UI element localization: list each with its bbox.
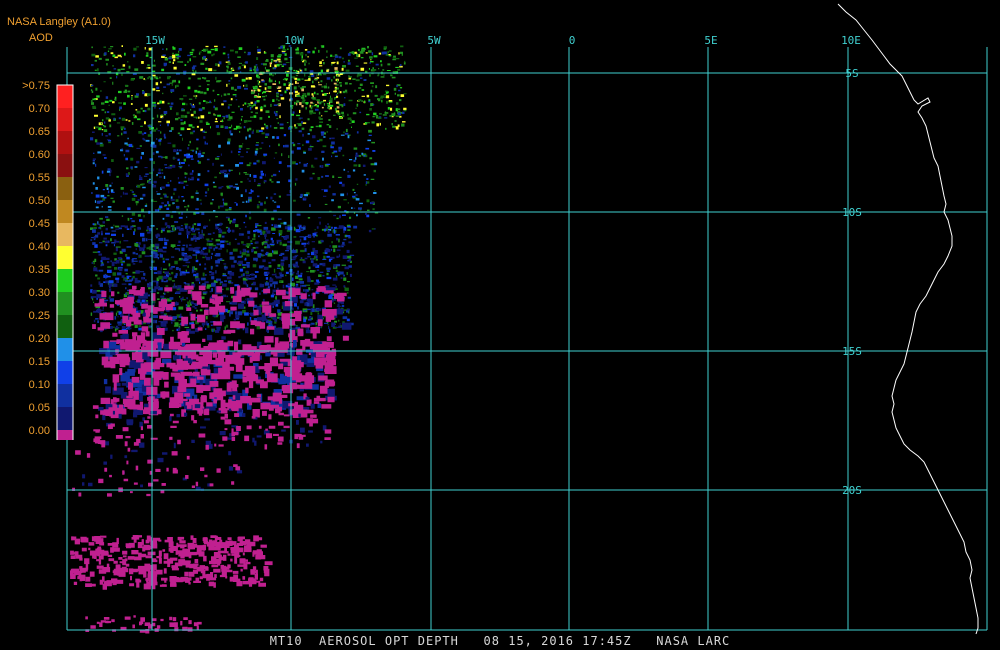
- aod-pixel-cluster: [72, 447, 241, 497]
- aod-pixel-cluster: [92, 130, 376, 232]
- legend-label: 0.10: [29, 379, 50, 391]
- aod-map: 15W 10W 5W 0 5E 10E 5S 10S 15S 20S: [66, 3, 988, 635]
- legend-swatch: [57, 131, 73, 154]
- legend-swatch: [57, 292, 73, 315]
- legend-label: 0.25: [29, 310, 50, 322]
- longitude-label: 0: [569, 34, 576, 47]
- aerosol-retrieval-layer: [70, 45, 407, 634]
- legend-swatch: [57, 430, 73, 440]
- legend-label: 0.20: [29, 333, 50, 345]
- legend-label: 0.50: [29, 195, 50, 207]
- legend-label: 0.60: [29, 149, 50, 161]
- legend-swatch: [57, 223, 73, 246]
- longitude-label: 10W: [284, 34, 304, 47]
- legend-swatch: [57, 315, 73, 338]
- latitude-label: 10S: [842, 206, 862, 219]
- aod-pixel-cluster: [92, 130, 376, 233]
- legend-label: 0.15: [29, 356, 50, 368]
- aod-pixel-cluster: [70, 535, 273, 590]
- aod-pixel-cluster: [85, 615, 202, 634]
- latitude-label: 20S: [842, 484, 862, 497]
- legend-swatch: [57, 177, 73, 200]
- legend-swatch: [57, 108, 73, 131]
- legend-label: 0.45: [29, 218, 50, 230]
- legend-swatch: [57, 361, 73, 384]
- legend-label: 0.65: [29, 126, 50, 138]
- legend-swatch: [57, 384, 73, 407]
- legend-swatch: [57, 338, 73, 361]
- legend-label: 0.00: [29, 425, 50, 437]
- latitude-label: 15S: [842, 345, 862, 358]
- aod-pixel-cluster: [93, 131, 379, 232]
- longitude-label: 5E: [704, 34, 717, 47]
- legend-label: 0.40: [29, 241, 50, 253]
- legend-label: 0.30: [29, 287, 50, 299]
- legend-swatch: [57, 246, 73, 269]
- legend-label: 0.05: [29, 402, 50, 414]
- credit-label: NASA Langley (A1.0): [7, 16, 111, 28]
- coastline: [837, 3, 979, 635]
- latitude-label: 5S: [845, 67, 858, 80]
- legend-swatch: [57, 85, 73, 108]
- legend-label: 0.55: [29, 172, 50, 184]
- aod-pixel-cluster: [251, 61, 340, 109]
- legend-swatch: [57, 269, 73, 292]
- longitude-label: 10E: [841, 34, 861, 47]
- legend-swatch: [57, 200, 73, 223]
- legend-label: 0.35: [29, 264, 50, 276]
- legend-swatch: [57, 407, 73, 430]
- legend-label: 0.70: [29, 103, 50, 115]
- product-caption: MT10 AEROSOL OPT DEPTH 08 15, 2016 17:45…: [269, 634, 731, 648]
- aod-color-legend: >0.75 0.70 0.65 0.60 0.55 0.50 0.45 0.40 0.35 0.3…: [22, 80, 74, 440]
- longitude-label: 5W: [427, 34, 441, 47]
- longitude-label: 15W: [145, 34, 165, 47]
- legend-label: >0.75: [22, 80, 50, 92]
- variable-label: AOD: [29, 32, 53, 44]
- legend-swatch: [57, 154, 73, 177]
